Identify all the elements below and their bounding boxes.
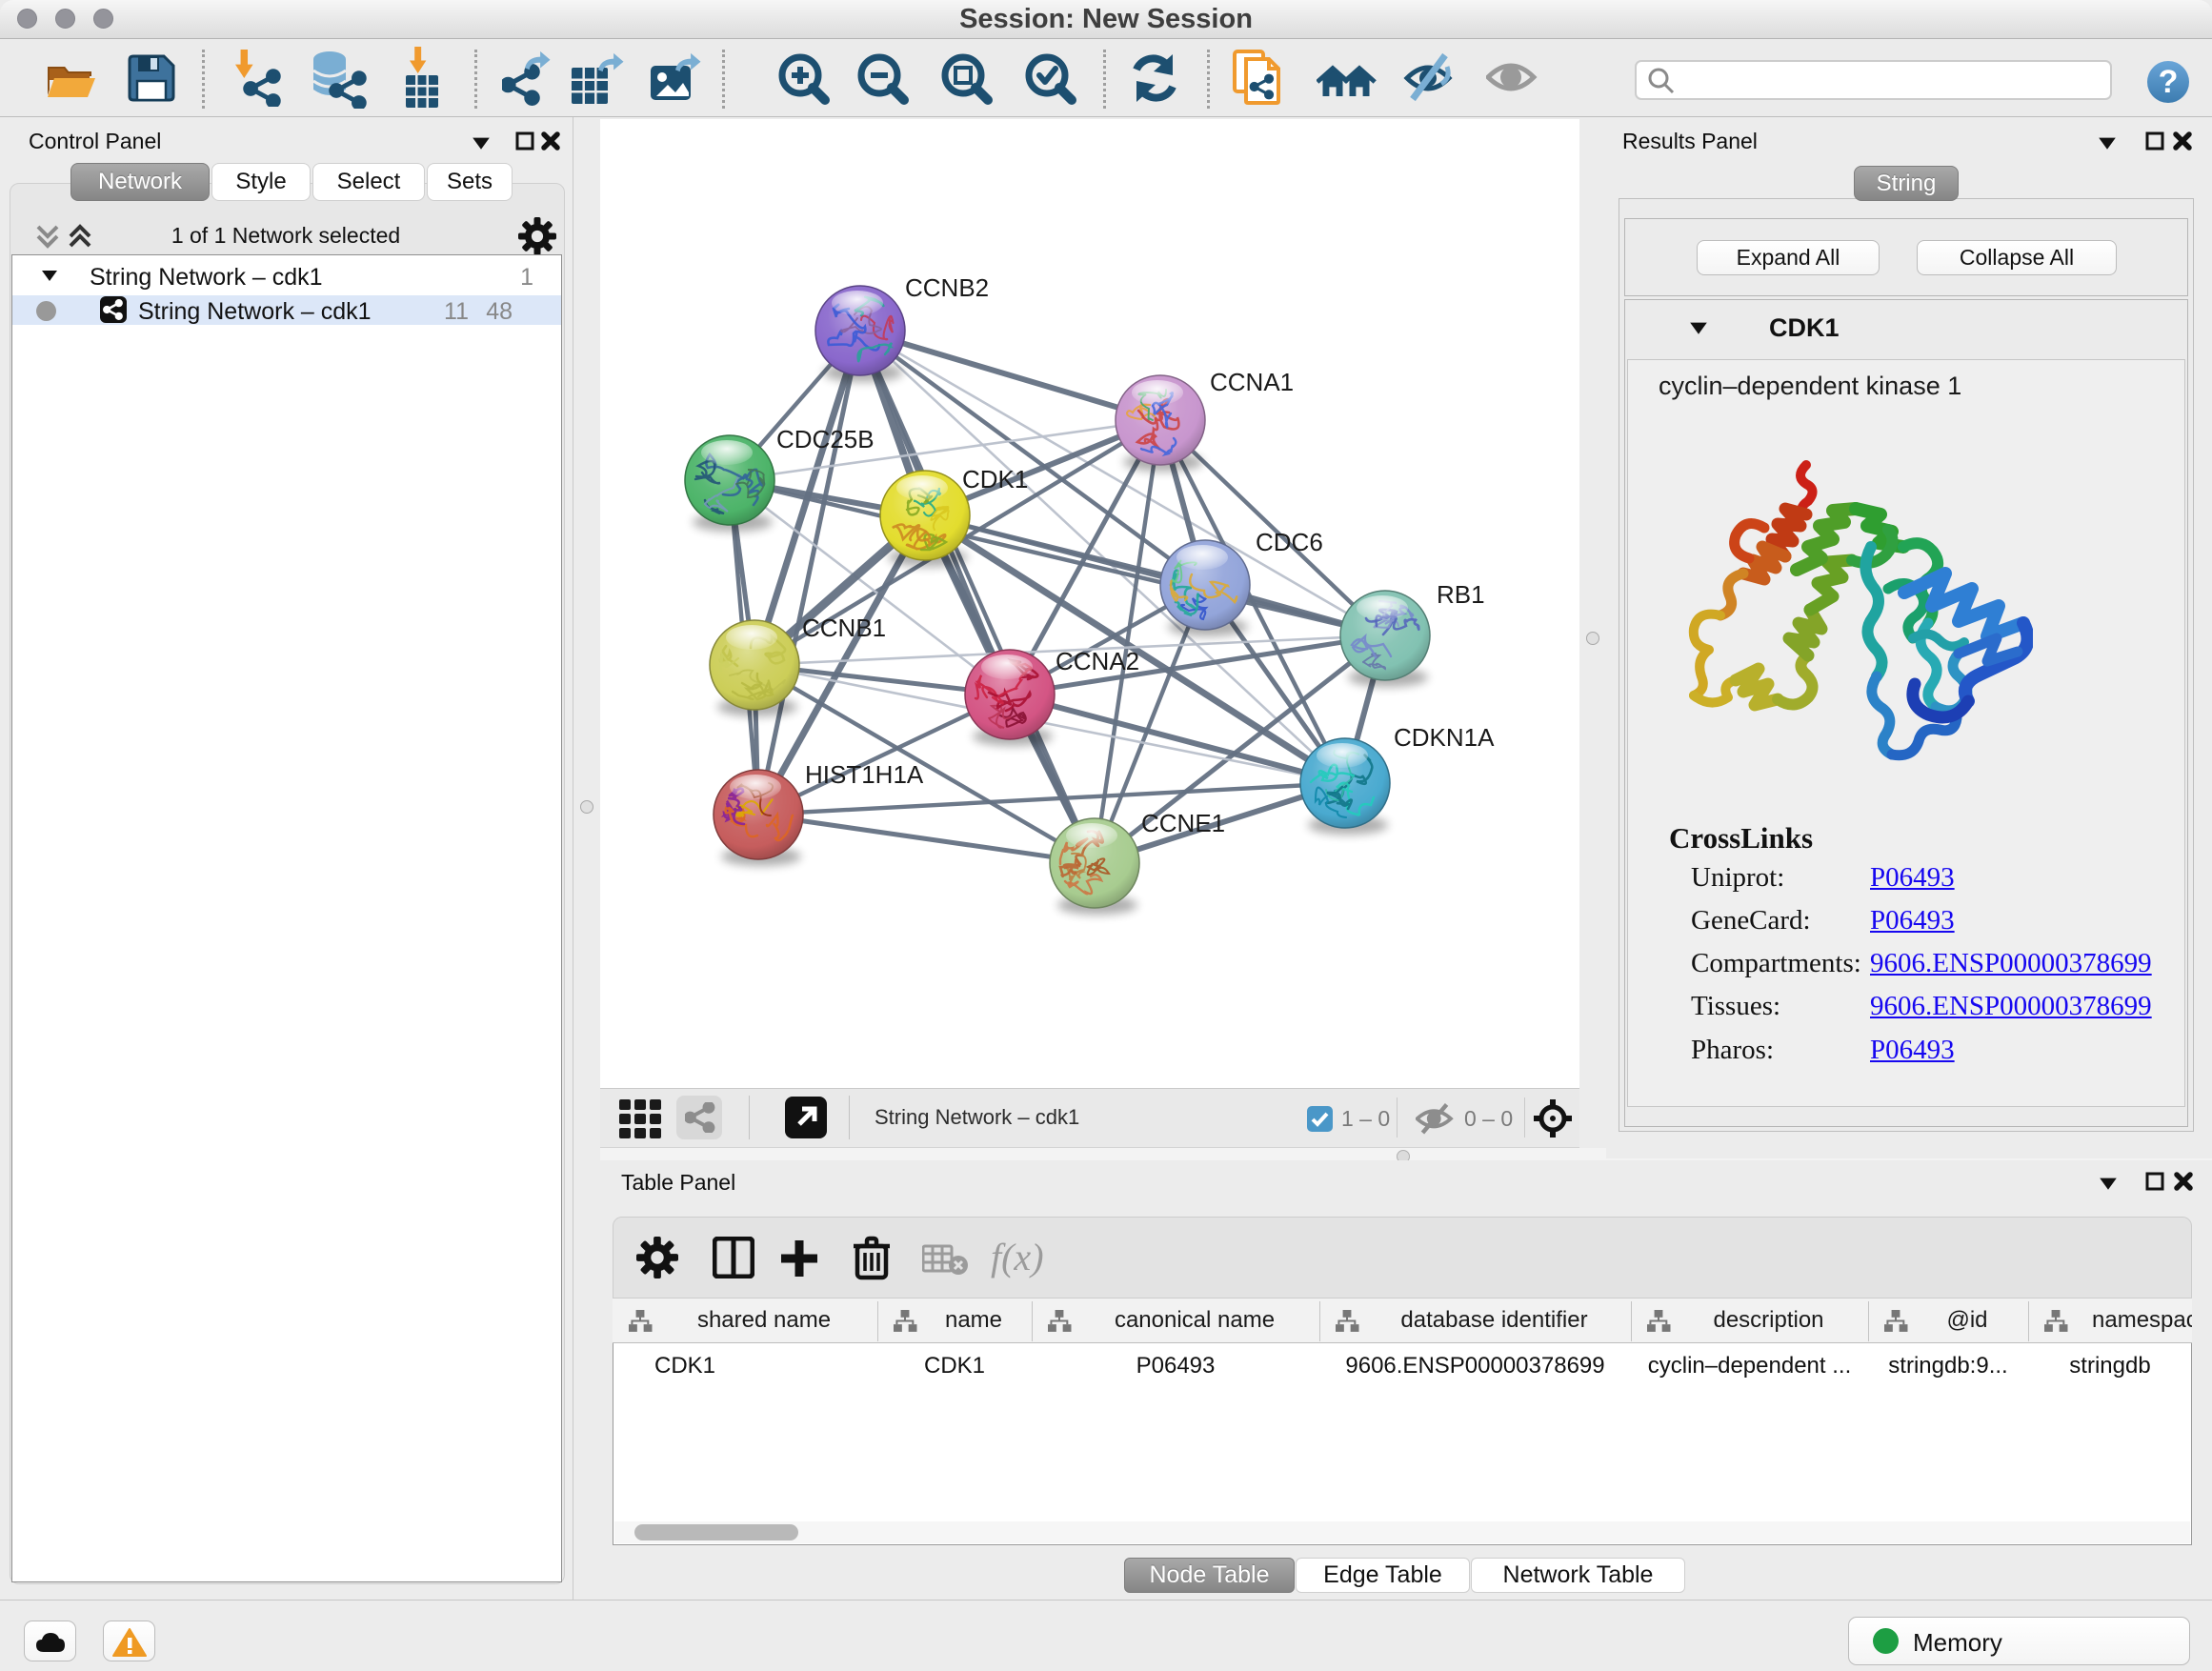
svg-text:CDKN1A: CDKN1A bbox=[1394, 723, 1495, 752]
svg-text:CDC25B: CDC25B bbox=[776, 425, 875, 453]
svg-text:CDC6: CDC6 bbox=[1256, 528, 1323, 556]
svg-text:CCNB1: CCNB1 bbox=[802, 614, 886, 642]
svg-text:CCNA2: CCNA2 bbox=[1056, 647, 1139, 675]
svg-text:CCNA1: CCNA1 bbox=[1210, 368, 1294, 396]
svg-text:HIST1H1A: HIST1H1A bbox=[805, 760, 924, 789]
svg-text:RB1: RB1 bbox=[1437, 580, 1485, 609]
svg-text:CCNE1: CCNE1 bbox=[1141, 809, 1225, 837]
svg-text:CDK1: CDK1 bbox=[962, 465, 1028, 493]
svg-text:CCNB2: CCNB2 bbox=[905, 273, 989, 302]
